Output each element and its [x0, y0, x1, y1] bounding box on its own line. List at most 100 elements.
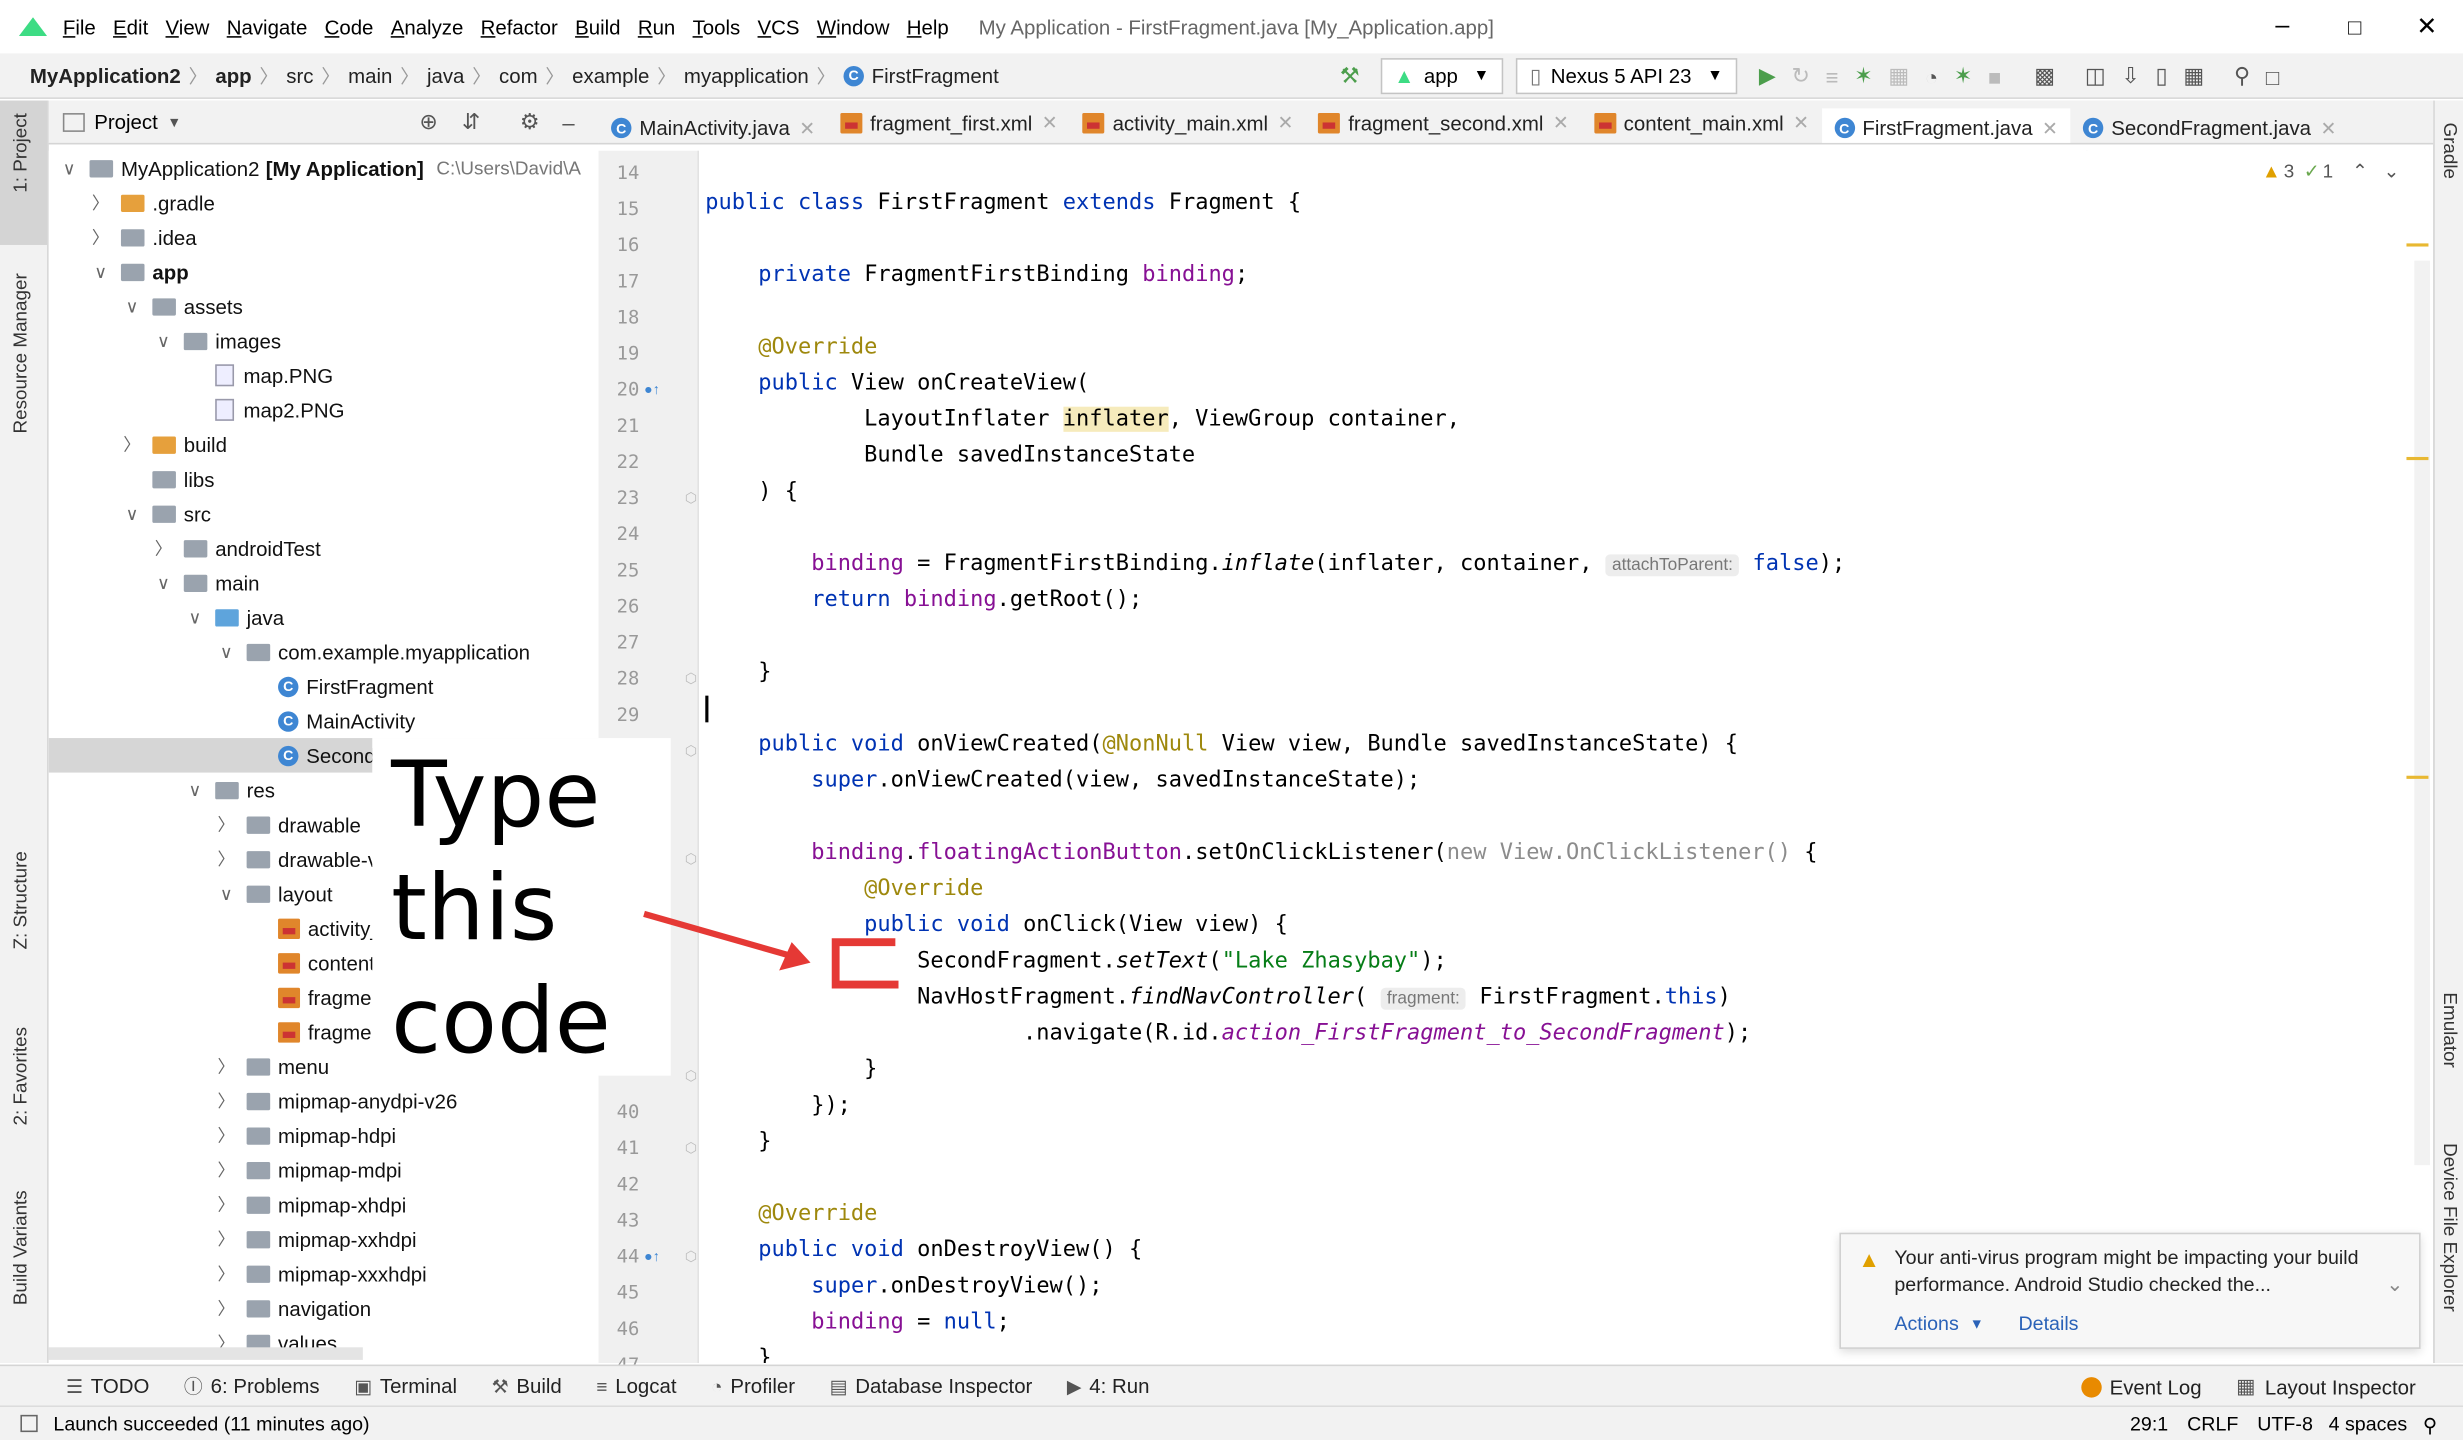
favorites-label[interactable]: 2: Favorites: [9, 1027, 31, 1125]
editor-tab[interactable]: activity_main.xml ✕: [1070, 100, 1306, 142]
apply-changes-icon[interactable]: ↻: [1792, 63, 1810, 90]
caret-position[interactable]: 29:1: [2130, 1413, 2168, 1435]
chevron-right-icon[interactable]: 〉: [215, 1123, 237, 1148]
close-tab-icon[interactable]: ✕: [1553, 111, 1569, 133]
close-tab-icon[interactable]: ✕: [1277, 111, 1293, 133]
close-tab-icon[interactable]: ✕: [2042, 117, 2058, 139]
project-view-select[interactable]: Project: [94, 110, 158, 134]
tree-item[interactable]: libs: [49, 462, 599, 497]
tree-item[interactable]: 〉 mipmap-mdpi: [49, 1153, 599, 1188]
breadcrumb-item[interactable]: main: [348, 64, 392, 88]
chevron-down-icon[interactable]: ∨: [152, 572, 174, 593]
actions-link[interactable]: Actions: [1894, 1313, 1958, 1335]
fold-icon[interactable]: ⬡: [685, 1140, 697, 1157]
chevron-right-icon[interactable]: 〉: [215, 1157, 237, 1182]
menu-analyze[interactable]: Analyze: [391, 15, 464, 39]
status-message[interactable]: Launch succeeded (11 minutes ago): [53, 1412, 369, 1434]
tree-item[interactable]: ∨ java: [49, 600, 599, 635]
editor-scrollbar[interactable]: [2414, 260, 2431, 1166]
menu-build[interactable]: Build: [575, 15, 620, 39]
event-log-button[interactable]: Event Log: [2110, 1375, 2202, 1399]
breadcrumb-item[interactable]: MyApplication2: [30, 64, 181, 88]
chevron-right-icon[interactable]: 〉: [215, 846, 237, 871]
chevron-down-icon[interactable]: ∨: [184, 607, 206, 627]
fold-icon[interactable]: ⬡: [685, 851, 697, 868]
apply-code-icon[interactable]: ≡: [1826, 64, 1839, 89]
tree-scrollbar[interactable]: [48, 1347, 363, 1360]
fold-icon[interactable]: ⬡: [685, 671, 697, 688]
tool-window-button[interactable]: Build: [516, 1374, 561, 1398]
tool-window-button[interactable]: Logcat: [615, 1374, 676, 1398]
details-link[interactable]: Details: [2018, 1313, 2078, 1335]
chevron-right-icon[interactable]: 〉: [152, 535, 174, 560]
tree-item[interactable]: 〉 build: [49, 427, 599, 462]
tree-item[interactable]: ∨ app: [49, 254, 599, 289]
breadcrumb-item[interactable]: java: [427, 64, 464, 88]
menu-view[interactable]: View: [166, 15, 210, 39]
fold-icon[interactable]: ⬡: [685, 490, 697, 507]
chevron-right-icon[interactable]: 〉: [215, 1295, 237, 1320]
tree-item[interactable]: 〉 navigation: [49, 1291, 599, 1326]
close-icon[interactable]: ✕: [2391, 11, 2463, 42]
editor-tab[interactable]: C MainActivity.java ✕: [598, 106, 827, 143]
chevron-down-icon[interactable]: ∨: [215, 883, 237, 904]
chevron-right-icon[interactable]: 〉: [121, 432, 143, 457]
menu-run[interactable]: Run: [638, 15, 675, 39]
chevron-down-icon[interactable]: ∨: [58, 158, 80, 178]
collapse-notification-icon[interactable]: ⌄: [2386, 1272, 2403, 1297]
tree-item[interactable]: 〉 mipmap-xhdpi: [49, 1187, 599, 1222]
breadcrumb-item[interactable]: com: [499, 64, 538, 88]
breadcrumb-item[interactable]: src: [286, 64, 313, 88]
search-icon[interactable]: ⚲: [2234, 63, 2250, 90]
inspection-widget[interactable]: ▲ 3 ✓ 1 ⌃ ⌄: [2262, 157, 2399, 185]
avd-manager-icon[interactable]: ◫: [2085, 63, 2106, 90]
close-tab-icon[interactable]: ✕: [1042, 111, 1058, 133]
tree-item[interactable]: ∨ images: [49, 323, 599, 358]
menu-vcs[interactable]: VCS: [758, 15, 800, 39]
stop-icon[interactable]: ■: [1988, 64, 2001, 89]
gradle-label[interactable]: Gradle: [2439, 122, 2461, 179]
tree-item[interactable]: map.PNG: [49, 358, 599, 393]
build-variants-label[interactable]: Build Variants: [9, 1190, 31, 1305]
collapse-all-icon[interactable]: ⇵: [462, 108, 480, 135]
breadcrumb-item[interactable]: FirstFragment: [872, 64, 999, 88]
chevron-down-icon[interactable]: ∨: [90, 261, 112, 282]
menu-refactor[interactable]: Refactor: [481, 15, 558, 39]
next-highlight-icon[interactable]: ⌄: [2384, 160, 2400, 182]
editor-tab[interactable]: content_main.xml ✕: [1581, 100, 1821, 142]
hide-icon[interactable]: –: [562, 109, 574, 134]
tree-item[interactable]: ∨ assets: [49, 289, 599, 324]
gear-icon[interactable]: ⚙: [520, 108, 540, 135]
project-tool-label[interactable]: 1: Project: [9, 113, 31, 193]
menu-code[interactable]: Code: [325, 15, 374, 39]
chevron-right-icon[interactable]: 〉: [215, 1226, 237, 1251]
tree-item[interactable]: 〉 mipmap-xxhdpi: [49, 1222, 599, 1257]
menu-edit[interactable]: Edit: [113, 15, 148, 39]
chevron-right-icon[interactable]: 〉: [90, 190, 112, 215]
breadcrumb-item[interactable]: myapplication: [684, 64, 809, 88]
minimize-icon[interactable]: –: [2246, 13, 2318, 41]
chevron-down-icon[interactable]: ∨: [152, 331, 174, 351]
close-tab-icon[interactable]: ✕: [799, 117, 815, 139]
fold-icon[interactable]: ⬡: [685, 743, 697, 760]
breadcrumb-item[interactable]: app: [215, 64, 251, 88]
tree-item[interactable]: 〉 .gradle: [49, 185, 599, 220]
menu-tools[interactable]: Tools: [693, 15, 741, 39]
profile-icon[interactable]: ▦: [1888, 63, 1909, 90]
chevron-right-icon[interactable]: 〉: [215, 1088, 237, 1113]
tool-window-button[interactable]: Terminal: [380, 1374, 457, 1398]
device-select[interactable]: ▯ Nexus 5 API 23 ▼: [1515, 58, 1737, 95]
menu-navigate[interactable]: Navigate: [227, 15, 308, 39]
lock-icon[interactable]: ⚲: [2423, 1412, 2437, 1436]
chevron-right-icon[interactable]: 〉: [215, 1261, 237, 1286]
maximize-icon[interactable]: □: [2319, 14, 2391, 39]
tree-item[interactable]: ∨ MyApplication2 [My Application] C:\Users\…: [49, 151, 599, 186]
tree-item[interactable]: ∨ main: [49, 565, 599, 600]
attach-icon[interactable]: ✶: [1954, 63, 1972, 90]
account-icon[interactable]: □: [2266, 64, 2279, 89]
chevron-down-icon[interactable]: ∨: [184, 780, 206, 800]
tree-item[interactable]: 〉 mipmap-hdpi: [49, 1118, 599, 1153]
tree-item[interactable]: ∨ src: [49, 496, 599, 531]
chevron-down-icon[interactable]: ∨: [121, 503, 143, 524]
fold-icon[interactable]: ⬡: [685, 1068, 697, 1085]
